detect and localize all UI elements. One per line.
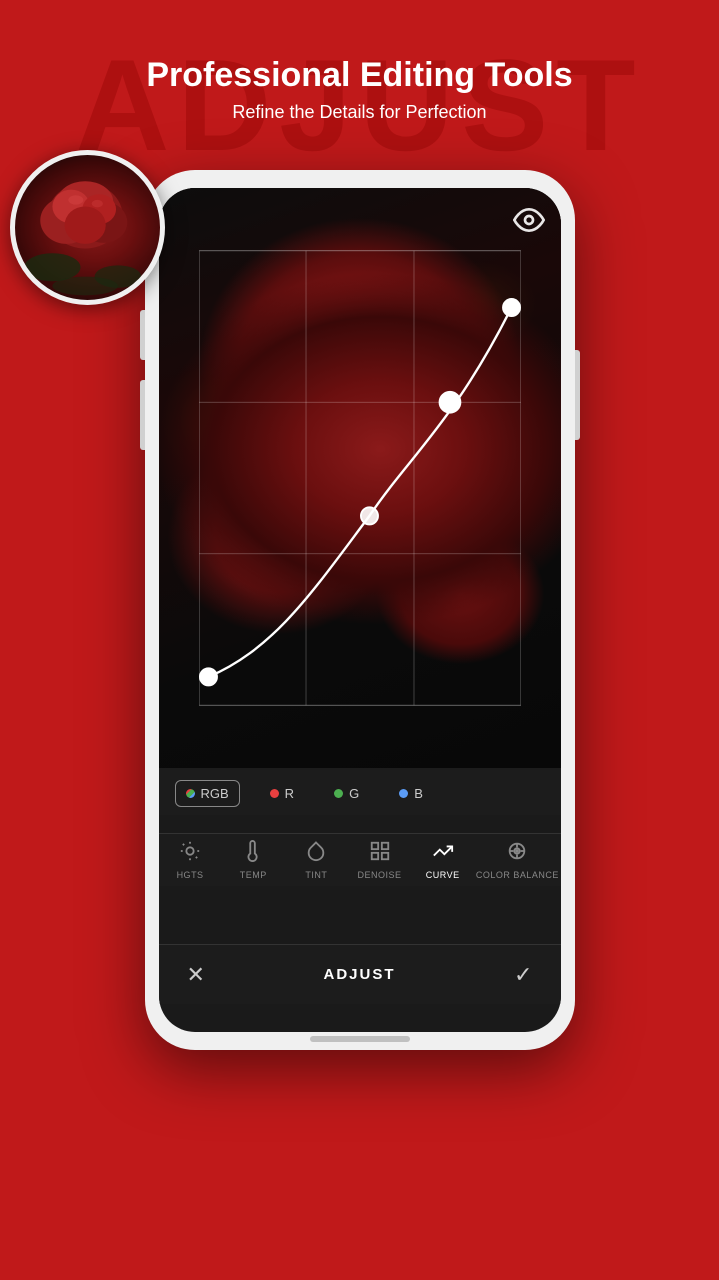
phone-home-indicator [310,1036,410,1042]
cancel-button[interactable]: ✕ [187,962,205,988]
tool-tint[interactable]: TINT [286,840,346,880]
curve-label: CURVE [426,870,460,880]
phone-volume-btn [140,310,145,360]
action-title: ADJUST [323,966,395,983]
page-title: Professional Editing Tools [0,55,719,96]
rgb-dot-red [270,789,279,798]
highlights-icon [179,840,201,866]
header-section: Professional Editing Tools Refine the De… [0,0,719,123]
original-preview-circle [10,150,165,305]
page-subtitle: Refine the Details for Perfection [0,102,719,123]
tool-color-balance[interactable]: COLOR BALANCE [476,840,559,880]
rgb-dot-multi [186,789,195,798]
tab-rgb-label: RGB [201,786,229,801]
tool-temp[interactable]: TEMP [223,840,283,880]
tool-denoise[interactable]: DENOISE [350,840,410,880]
phone-power-btn [575,350,580,440]
photo-edit-area[interactable] [159,188,561,768]
tab-g[interactable]: G [324,781,369,806]
tab-b-label: B [414,786,423,801]
tool-curve[interactable]: CURVE [413,840,473,880]
rgb-tabs-row: RGB R G B [175,780,545,807]
rgb-channel-tabs: RGB R G B [159,768,561,815]
edit-toolbar: HGTS TEMP [159,833,561,886]
phone-volume-btn2 [140,380,145,450]
rgb-dot-green [334,789,343,798]
temp-icon [242,840,264,866]
rgb-dot-blue [399,789,408,798]
color-balance-label: COLOR BALANCE [476,870,559,880]
eye-icon[interactable] [513,204,545,236]
tint-icon [305,840,327,866]
phone-mockup: RGB R G B [145,170,575,1050]
tool-highlights[interactable]: HGTS [160,840,220,880]
tab-g-label: G [349,786,359,801]
tint-label: TINT [305,870,327,880]
color-balance-icon [506,840,528,866]
tab-r-label: R [285,786,294,801]
curve-grid-overlay [199,238,521,718]
temp-label: TEMP [240,870,267,880]
tab-rgb[interactable]: RGB [175,780,240,807]
denoise-icon [369,840,391,866]
phone-screen: RGB R G B [159,188,561,1032]
tab-r[interactable]: R [260,781,304,806]
action-bar: ✕ ADJUST ✓ [159,944,561,1004]
highlights-label: HGTS [177,870,204,880]
curve-icon [432,840,454,866]
confirm-button[interactable]: ✓ [514,962,532,988]
phone-body: RGB R G B [145,170,575,1050]
tab-b[interactable]: B [389,781,433,806]
denoise-label: DENOISE [358,870,402,880]
